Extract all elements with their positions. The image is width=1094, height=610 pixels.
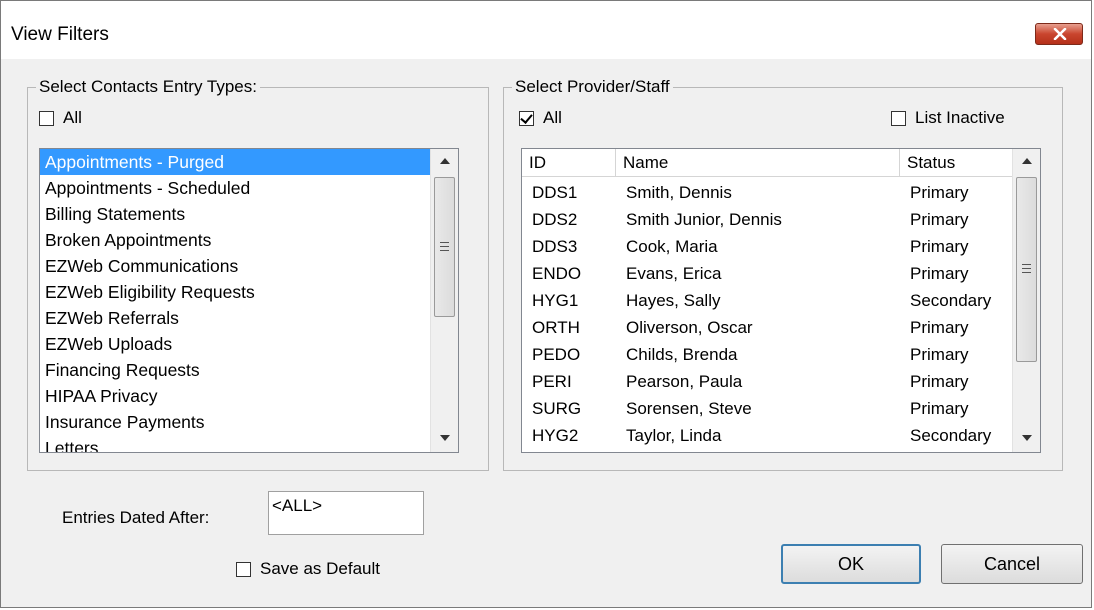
table-row[interactable]: DDS1 Smith, Dennis Primary bbox=[522, 179, 1014, 206]
cancel-button[interactable]: Cancel bbox=[941, 544, 1083, 584]
checkbox-label: List Inactive bbox=[915, 108, 1005, 127]
provider-staff-group: Select Provider/Staff All List Inactive … bbox=[503, 77, 1063, 471]
checkbox-label: All bbox=[63, 108, 82, 127]
chevron-down-icon bbox=[1022, 435, 1032, 441]
scroll-down-button[interactable] bbox=[1013, 426, 1040, 452]
providers-all-checkbox[interactable]: All bbox=[519, 108, 562, 128]
entry-types-scrollbar[interactable] bbox=[430, 149, 458, 452]
table-row[interactable]: DDS2 Smith Junior, Dennis Primary bbox=[522, 206, 1014, 233]
table-row[interactable]: ENDO Evans, Erica Primary bbox=[522, 260, 1014, 287]
scroll-up-button[interactable] bbox=[1013, 149, 1040, 175]
cell-name: Taylor, Linda bbox=[626, 426, 722, 445]
cell-status: Primary bbox=[910, 345, 969, 364]
save-as-default-checkbox[interactable]: Save as Default bbox=[236, 559, 380, 579]
list-item[interactable]: Letters bbox=[40, 435, 458, 452]
cell-name: Smith, Dennis bbox=[626, 183, 732, 202]
cell-status: Secondary bbox=[910, 291, 992, 310]
cell-name: Cook, Maria bbox=[626, 237, 718, 256]
table-row[interactable]: PEDO Childs, Brenda Primary bbox=[522, 341, 1014, 368]
list-item[interactable]: EZWeb Communications bbox=[40, 253, 458, 279]
chevron-down-icon bbox=[440, 435, 450, 441]
cell-name: Childs, Brenda bbox=[626, 345, 738, 364]
window-title: View Filters bbox=[11, 24, 109, 45]
cell-id: HYG2 bbox=[532, 426, 579, 445]
list-item[interactable]: Insurance Payments bbox=[40, 409, 458, 435]
cell-status: Primary bbox=[910, 210, 969, 229]
entry-types-group: Select Contacts Entry Types: All Appoint… bbox=[27, 77, 489, 471]
checkbox-box[interactable] bbox=[519, 110, 534, 126]
provider-grid-header: ID Name Status bbox=[522, 149, 1014, 177]
cell-status: Primary bbox=[910, 264, 969, 283]
cell-id: PERI bbox=[532, 372, 572, 391]
column-header-name[interactable]: Name bbox=[616, 149, 900, 177]
cell-id: DDS2 bbox=[532, 210, 578, 229]
cell-id: ENDO bbox=[532, 264, 582, 283]
list-item[interactable]: EZWeb Uploads bbox=[40, 331, 458, 357]
cell-id: HYG1 bbox=[532, 291, 579, 310]
cell-name: Smith Junior, Dennis bbox=[626, 210, 782, 229]
list-item[interactable]: Broken Appointments bbox=[40, 227, 458, 253]
checkbox-label: Save as Default bbox=[260, 559, 381, 578]
column-header-status[interactable]: Status bbox=[900, 149, 1014, 177]
cell-id: ORTH bbox=[532, 318, 580, 337]
checkbox-label: All bbox=[543, 108, 562, 127]
title-bar[interactable]: View Filters bbox=[1, 1, 1091, 59]
cell-name: Hayes, Sally bbox=[626, 291, 721, 310]
table-row[interactable]: HYG2 Taylor, Linda Secondary bbox=[522, 422, 1014, 449]
list-item[interactable]: EZWeb Eligibility Requests bbox=[40, 279, 458, 305]
scroll-thumb[interactable] bbox=[434, 177, 455, 317]
cell-status: Primary bbox=[910, 399, 969, 418]
list-item[interactable]: Appointments - Purged bbox=[40, 149, 458, 175]
cell-id: PEDO bbox=[532, 345, 581, 364]
checkbox-box[interactable] bbox=[891, 110, 906, 126]
scroll-down-button[interactable] bbox=[431, 426, 458, 452]
dialog-client-area: Select Contacts Entry Types: All Appoint… bbox=[10, 59, 1084, 603]
entries-dated-after-input[interactable]: <ALL> bbox=[268, 491, 424, 535]
provider-staff-legend: Select Provider/Staff bbox=[512, 77, 673, 97]
cell-name: Evans, Erica bbox=[626, 264, 722, 283]
cell-name: Oliverson, Oscar bbox=[626, 318, 753, 337]
list-item[interactable]: HIPAA Privacy bbox=[40, 383, 458, 409]
cell-id: DDS1 bbox=[532, 183, 578, 202]
list-item[interactable]: Appointments - Scheduled bbox=[40, 175, 458, 201]
view-filters-dialog: View Filters Select Contacts Entry Types… bbox=[0, 0, 1092, 608]
entry-types-items: Appointments - Purged Appointments - Sche… bbox=[40, 149, 458, 452]
cell-name: Pearson, Paula bbox=[626, 372, 743, 391]
list-item[interactable]: EZWeb Referrals bbox=[40, 305, 458, 331]
provider-grid-body: DDS1 Smith, Dennis Primary DDS2 Smith Junior… bbox=[522, 179, 1014, 449]
cell-name: Sorensen, Steve bbox=[626, 399, 752, 418]
chevron-up-icon bbox=[1022, 158, 1032, 164]
list-inactive-checkbox[interactable]: List Inactive bbox=[891, 108, 1005, 128]
table-row[interactable]: DDS3 Cook, Maria Primary bbox=[522, 233, 1014, 260]
cell-status: Primary bbox=[910, 318, 969, 337]
cell-id: DDS3 bbox=[532, 237, 578, 256]
checkbox-box[interactable] bbox=[236, 561, 251, 577]
table-row[interactable]: ORTH Oliverson, Oscar Primary bbox=[522, 314, 1014, 341]
ok-button[interactable]: OK bbox=[781, 544, 921, 584]
entry-types-legend: Select Contacts Entry Types: bbox=[36, 77, 260, 97]
cell-status: Primary bbox=[910, 183, 969, 202]
entries-dated-after-label: Entries Dated After: bbox=[62, 508, 210, 527]
list-item[interactable]: Financing Requests bbox=[40, 357, 458, 383]
chevron-up-icon bbox=[440, 158, 450, 164]
close-button[interactable] bbox=[1035, 23, 1083, 45]
entry-types-all-checkbox[interactable]: All bbox=[39, 108, 82, 128]
cell-status: Secondary bbox=[910, 426, 992, 445]
checkbox-box[interactable] bbox=[39, 110, 54, 126]
entry-types-listbox[interactable]: Appointments - Purged Appointments - Sche… bbox=[39, 148, 459, 453]
provider-grid[interactable]: ID Name Status DDS1 Smith, Dennis Primary D… bbox=[521, 148, 1041, 453]
cell-status: Primary bbox=[910, 372, 969, 391]
list-item[interactable]: Billing Statements bbox=[40, 201, 458, 227]
provider-grid-scrollbar[interactable] bbox=[1012, 149, 1040, 452]
scroll-up-button[interactable] bbox=[431, 149, 458, 175]
close-icon bbox=[1053, 28, 1067, 40]
cell-status: Primary bbox=[910, 237, 969, 256]
scroll-thumb[interactable] bbox=[1016, 177, 1037, 362]
table-row[interactable]: PERI Pearson, Paula Primary bbox=[522, 368, 1014, 395]
table-row[interactable]: SURG Sorensen, Steve Primary bbox=[522, 395, 1014, 422]
cell-id: SURG bbox=[532, 399, 582, 418]
table-row[interactable]: HYG1 Hayes, Sally Secondary bbox=[522, 287, 1014, 314]
column-header-id[interactable]: ID bbox=[522, 149, 616, 177]
